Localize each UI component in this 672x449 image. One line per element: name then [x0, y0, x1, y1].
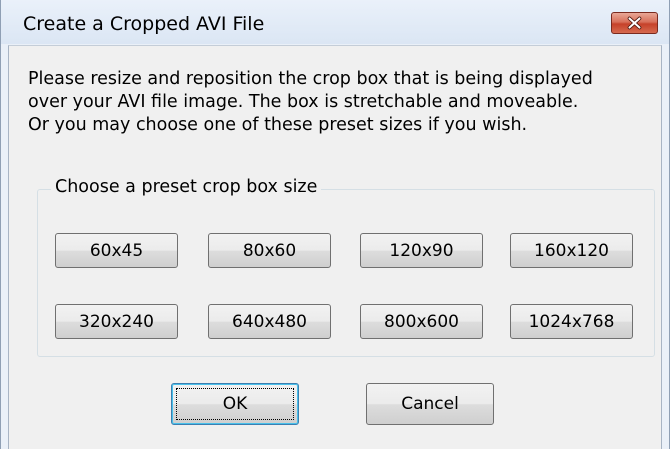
close-button[interactable] — [611, 12, 658, 34]
instruction-line-2: over your AVI file image. The box is str… — [28, 92, 579, 112]
cancel-button-label: Cancel — [401, 394, 459, 414]
preset-320x240-button[interactable]: 320x240 — [55, 304, 178, 339]
preset-80x60-button[interactable]: 80x60 — [208, 233, 331, 268]
dialog-window: Create a Cropped AVI File Please resize … — [0, 0, 670, 449]
instruction-text: Please resize and reposition the crop bo… — [28, 68, 593, 137]
close-icon — [627, 16, 642, 30]
preset-120x90-button[interactable]: 120x90 — [360, 233, 483, 268]
instruction-line-3: Or you may choose one of these preset si… — [28, 115, 528, 135]
preset-800x600-button[interactable]: 800x600 — [360, 304, 483, 339]
window-title: Create a Cropped AVI File — [23, 13, 265, 35]
preset-640x480-button[interactable]: 640x480 — [208, 304, 331, 339]
ok-button[interactable]: OK — [171, 383, 299, 425]
preset-group-label: Choose a preset crop box size — [51, 177, 322, 197]
dialog-body: Please resize and reposition the crop bo… — [8, 45, 662, 449]
preset-1024x768-button[interactable]: 1024x768 — [510, 304, 633, 339]
instruction-line-1: Please resize and reposition the crop bo… — [28, 69, 593, 89]
preset-160x120-button[interactable]: 160x120 — [510, 233, 633, 268]
preset-60x45-button[interactable]: 60x45 — [55, 233, 178, 268]
focus-rectangle — [176, 388, 294, 420]
cancel-button[interactable]: Cancel — [366, 383, 494, 425]
title-bar[interactable]: Create a Cropped AVI File — [1, 0, 669, 44]
